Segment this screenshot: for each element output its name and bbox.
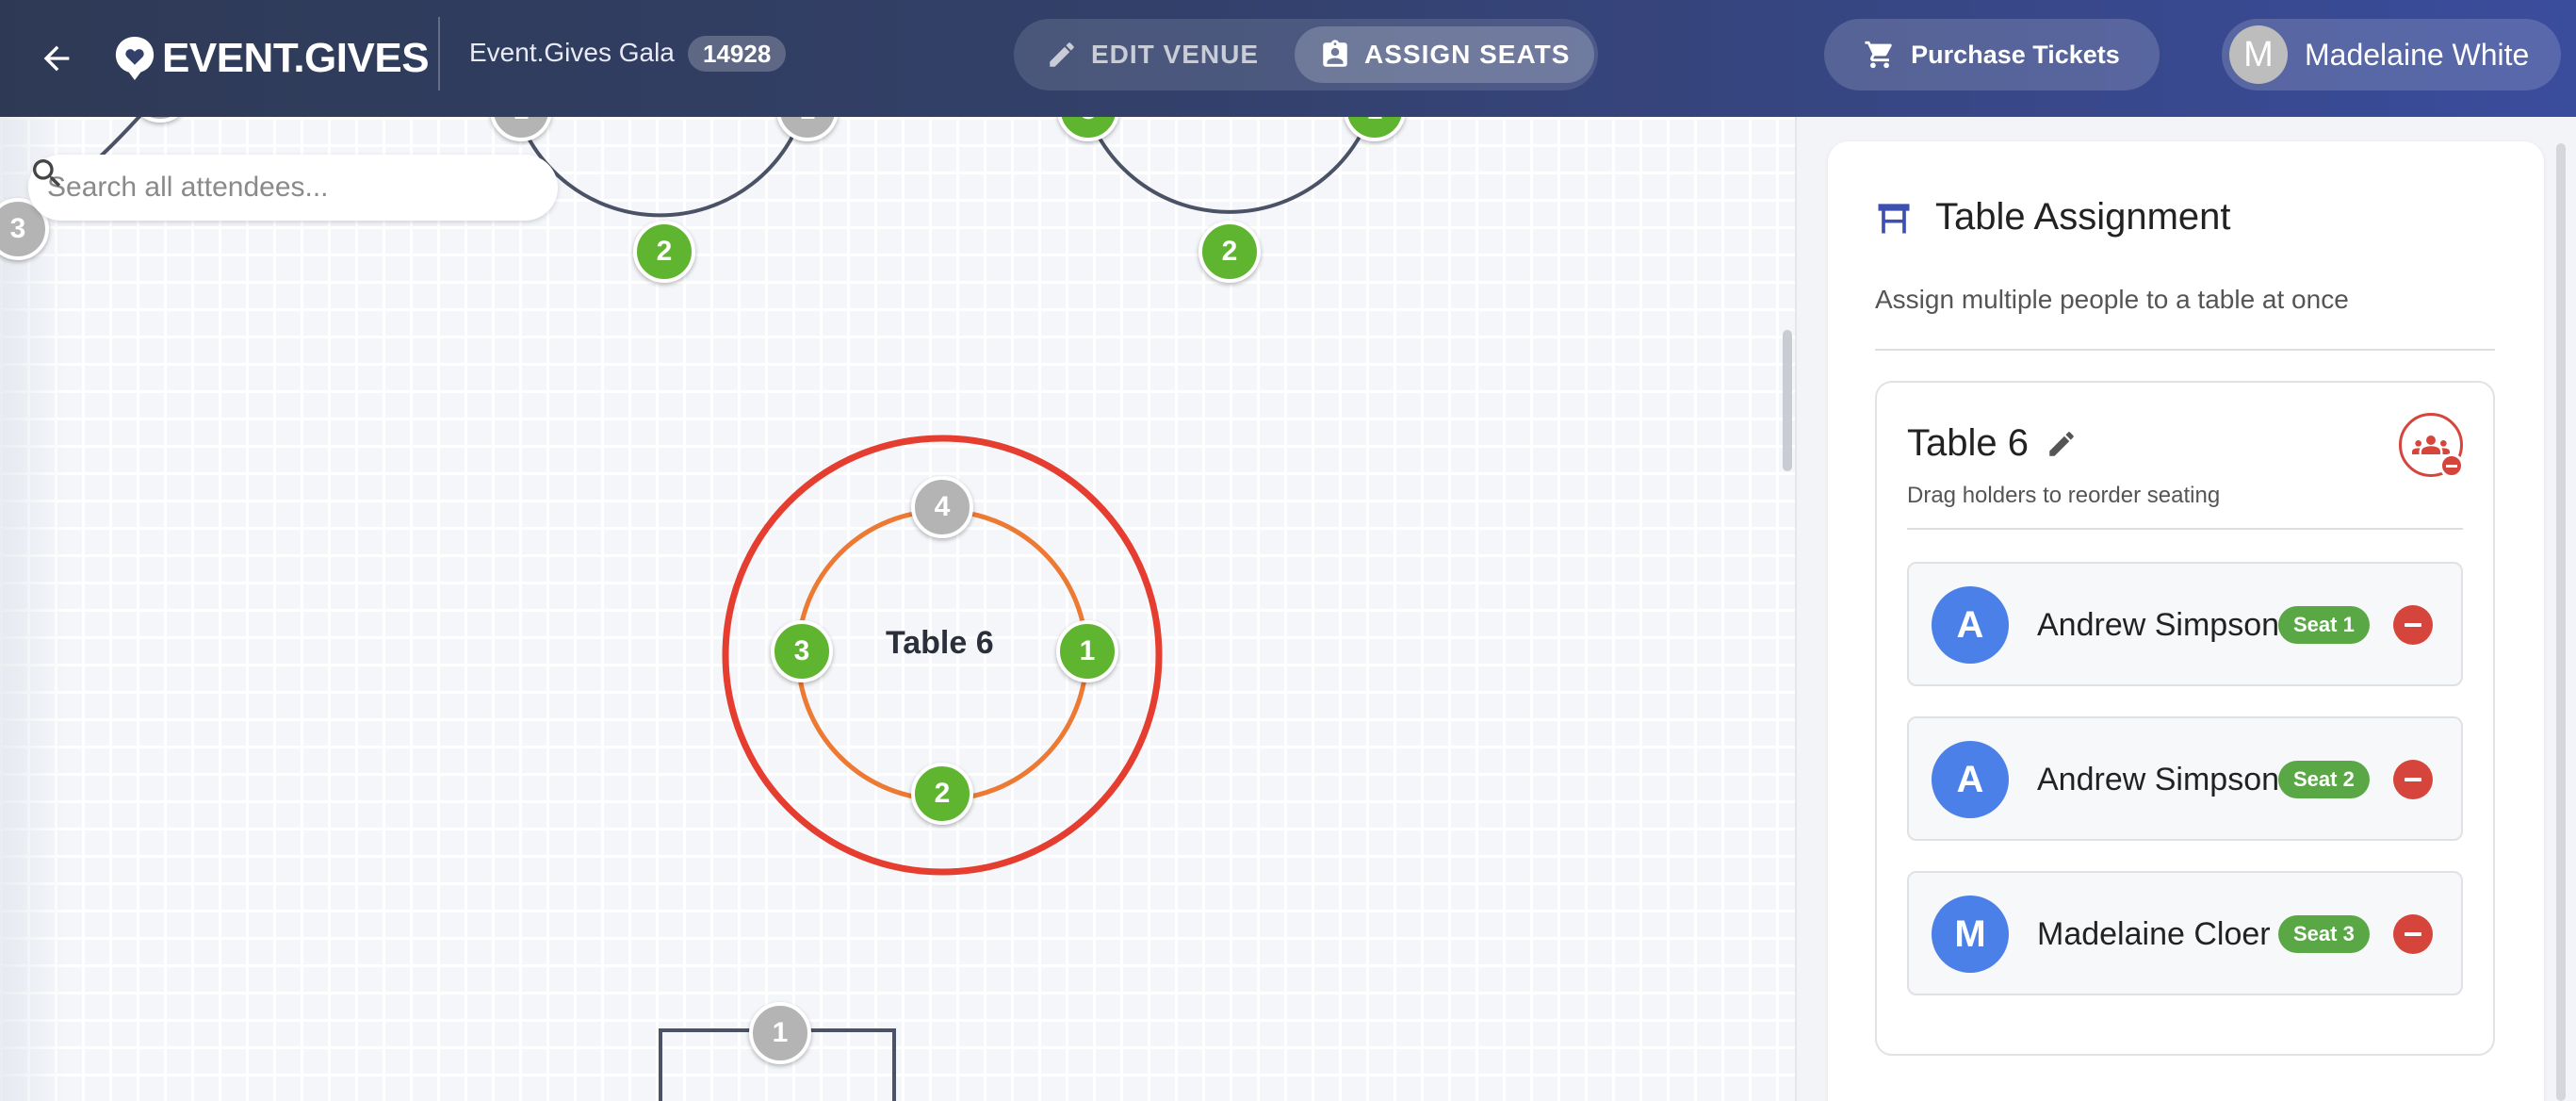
holder-name: Andrew Simpson <box>2037 762 2280 797</box>
seat-badge: Seat 2 <box>2278 761 2370 798</box>
card-title: Table 6 <box>1907 422 2078 465</box>
table-outline-top-middle <box>516 117 804 218</box>
cart-icon <box>1865 41 1892 69</box>
remove-holder-button[interactable] <box>2393 760 2433 799</box>
panel-divider <box>1875 349 2495 351</box>
panel-title-text: Table Assignment <box>1935 196 2231 238</box>
event-name: Event.Gives Gala <box>469 38 675 67</box>
event-id-badge: 14928 <box>688 36 787 72</box>
holder-avatar: M <box>1932 896 2009 973</box>
card-table-name: Table 6 <box>1907 422 2029 464</box>
table-6-seat-1[interactable]: 1 <box>1056 620 1118 682</box>
minus-icon <box>2405 778 2421 781</box>
panel-title: Table Assignment <box>1873 196 2231 238</box>
seat-badge: Seat 3 <box>2278 915 2370 953</box>
card-hint: Drag holders to reorder seating <box>1907 483 2221 508</box>
attendee-search[interactable] <box>28 155 558 221</box>
pencil-icon <box>1050 42 1074 67</box>
holder-name: Andrew Simpson <box>2037 607 2280 643</box>
seat-partial[interactable]: 2 <box>1198 221 1261 283</box>
logo[interactable]: EVENT.GIVES <box>113 28 430 89</box>
pencil-icon <box>2049 431 2074 456</box>
mode-toggle: EDIT VENUE ASSIGN SEATS <box>1014 19 1598 90</box>
table-6-seat-4[interactable]: 4 <box>911 476 973 538</box>
holder-name: Madelaine Cloer <box>2037 916 2271 952</box>
user-avatar: M <box>2229 25 2288 84</box>
assign-seats-label: ASSIGN SEATS <box>1364 40 1571 69</box>
table-outlines <box>0 117 1372 1101</box>
user-menu-button[interactable]: M Madelaine White <box>2222 19 2561 90</box>
user-name: Madelaine White <box>2305 37 2530 72</box>
arrow-back-icon <box>43 45 70 72</box>
seat-badge: Seat 1 <box>2278 606 2370 644</box>
search-icon <box>33 159 61 188</box>
seat-partial[interactable]: 2 <box>633 221 695 283</box>
holder-avatar: A <box>1932 741 2009 818</box>
remove-all-holders-button[interactable] <box>2399 413 2464 478</box>
top-app-bar: EVENT.GIVES Event.Gives Gala 14928 EDIT … <box>0 0 2576 117</box>
search-input[interactable] <box>47 172 481 204</box>
canvas-scrollbar[interactable] <box>1783 330 1792 471</box>
header-divider <box>438 17 440 90</box>
back-button[interactable] <box>28 30 85 87</box>
minus-icon <box>2439 453 2464 478</box>
minus-icon <box>2405 623 2421 627</box>
purchase-tickets-button[interactable]: Purchase Tickets <box>1824 19 2160 90</box>
remove-holder-button[interactable] <box>2393 914 2433 954</box>
holder-row[interactable]: A Andrew Simpson Seat 1 <box>1907 562 2463 686</box>
table-6-seat-2[interactable]: 2 <box>911 763 973 825</box>
venue-canvas[interactable]: 2 3 1 1 2 3 1 2 4 1 2 3 Table 6 1 <box>0 117 1795 1101</box>
holder-row[interactable]: A Andrew Simpson Seat 2 <box>1907 716 2463 841</box>
purchase-tickets-label: Purchase Tickets <box>1911 40 2120 69</box>
holder-row[interactable]: M Madelaine Cloer Seat 3 <box>1907 871 2463 995</box>
table-6-seat-3[interactable]: 3 <box>771 620 833 682</box>
rect-table-seat-1[interactable]: 1 <box>749 1002 811 1064</box>
heart-chat-icon <box>115 37 155 80</box>
table-outline-top-right <box>1086 117 1372 214</box>
table-furniture-icon <box>1878 203 1910 233</box>
card-divider <box>1907 528 2463 530</box>
logo-text: EVENT.GIVES <box>162 35 430 81</box>
remove-holder-button[interactable] <box>2393 605 2433 645</box>
assignment-ind-icon <box>1323 40 1347 67</box>
panel-subtitle: Assign multiple people to a table at onc… <box>1875 285 2349 314</box>
edit-table-name-button[interactable] <box>2046 428 2078 460</box>
table-6-label: Table 6 <box>886 625 994 661</box>
panel-scrollbar[interactable] <box>2556 143 2566 1101</box>
edit-venue-button[interactable]: EDIT VENUE <box>1021 26 1283 83</box>
assign-seats-button[interactable]: ASSIGN SEATS <box>1295 26 1595 83</box>
edit-venue-label: EDIT VENUE <box>1091 40 1260 69</box>
minus-icon <box>2405 932 2421 936</box>
holder-avatar: A <box>1932 586 2009 664</box>
